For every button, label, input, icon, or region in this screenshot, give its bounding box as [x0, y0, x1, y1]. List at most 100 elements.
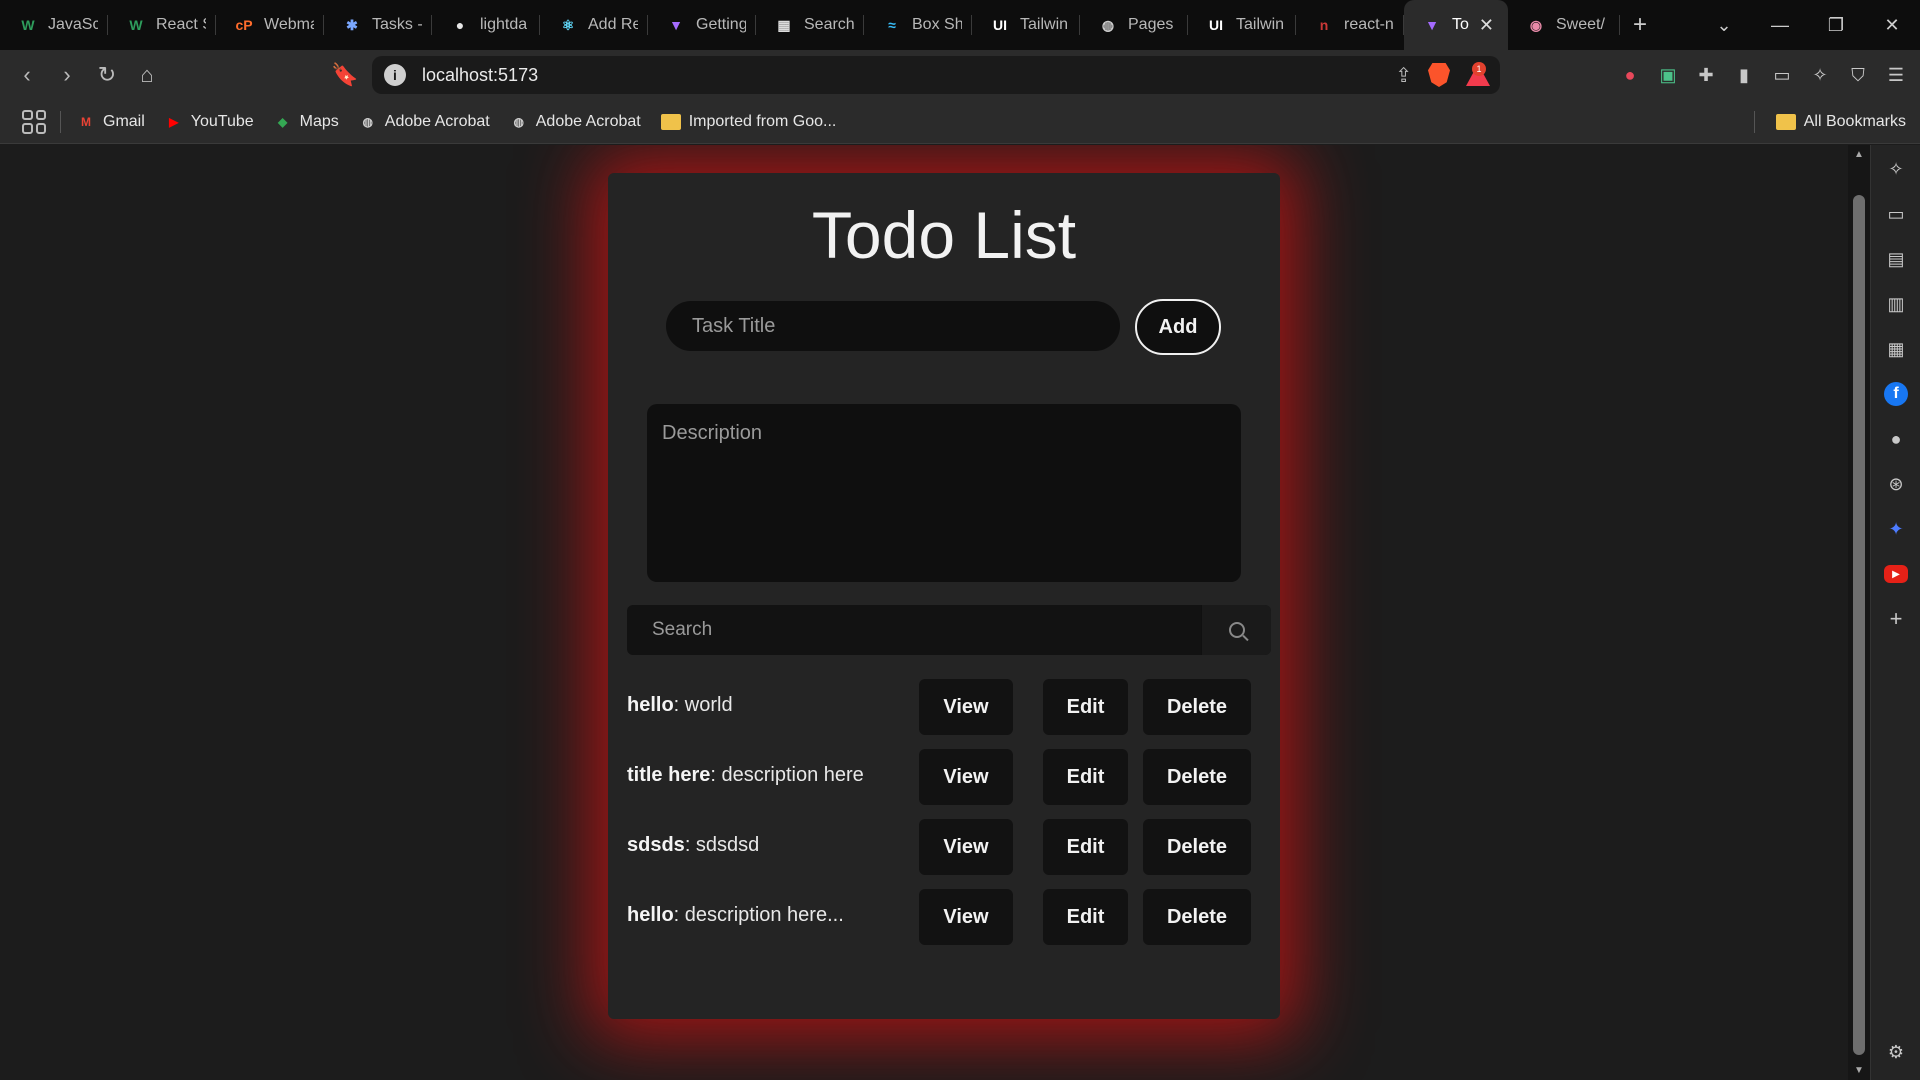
new-tab-button[interactable]: + — [1620, 0, 1660, 50]
tab-favicon-icon: UI — [993, 17, 1007, 33]
tab[interactable]: ● lightda — [432, 0, 540, 50]
search-button[interactable] — [1201, 605, 1271, 655]
tab[interactable]: UI Tailwin — [1188, 0, 1296, 50]
edit-button[interactable]: Edit — [1043, 889, 1128, 945]
add-sidebar-item-icon[interactable]: + — [1884, 606, 1908, 631]
bookmark-item[interactable]: Imported from Goo... — [660, 112, 837, 131]
tab[interactable]: ✱ Tasks - — [324, 0, 432, 50]
url-text[interactable]: localhost:5173 — [422, 65, 538, 86]
bookmark-item[interactable]: M Gmail — [77, 113, 145, 131]
edit-button[interactable]: Edit — [1043, 679, 1128, 735]
extension-icon[interactable]: ● — [1618, 63, 1642, 87]
bookmark-list: M Gmail ▶ YouTube ◆ Maps ◍ Adobe Acrobat ◍ Adobe … — [77, 113, 856, 131]
tab[interactable]: n react-n — [1296, 0, 1404, 50]
tab-label: Search — [804, 16, 854, 33]
scroll-down-arrow-icon[interactable]: ▼ — [1848, 1065, 1870, 1076]
vpn-shield-icon[interactable]: ⛉ — [1846, 63, 1870, 87]
scroll-thumb[interactable] — [1853, 195, 1865, 1055]
close-window-button[interactable]: ✕ — [1864, 15, 1920, 36]
bookmark-label: Imported from Goo... — [688, 112, 837, 130]
bookmark-page-icon[interactable]: 🔖 — [326, 56, 364, 94]
bookmark-item[interactable]: ◆ Maps — [274, 113, 339, 131]
tab-strip: W JavaScr W React S cP Webma ✱ Tasks - ● lightda ⚛… — [0, 0, 1920, 50]
todo-description: : description here — [710, 764, 864, 786]
tab[interactable]: ◉ Sweet/ — [1508, 0, 1620, 50]
leo-ai-icon[interactable]: ✧ — [1884, 157, 1908, 181]
tab-label: Sweet/ — [1556, 16, 1605, 33]
view-button[interactable]: View — [919, 749, 1013, 805]
facebook-icon[interactable]: f — [1884, 382, 1908, 406]
gemini-icon[interactable]: ✦ — [1884, 517, 1908, 541]
leo-ai-icon[interactable]: ✧ — [1808, 63, 1832, 87]
tab[interactable]: ▼ Getting — [648, 0, 756, 50]
tab-search-chevron-icon[interactable]: ⌄ — [1696, 15, 1752, 36]
github-icon[interactable]: ● — [1884, 427, 1908, 451]
tab[interactable]: ≈ Box Sh — [864, 0, 972, 50]
edit-button[interactable]: Edit — [1043, 749, 1128, 805]
delete-button[interactable]: Delete — [1143, 819, 1251, 875]
scroll-up-arrow-icon[interactable]: ▲ — [1848, 149, 1870, 160]
back-button[interactable]: ‹ — [8, 56, 46, 94]
bookmark-item[interactable]: ▶ YouTube — [165, 113, 254, 131]
todo-description: : description here... — [673, 904, 844, 926]
bookmark-item[interactable]: ◍ Adobe Acrobat — [510, 113, 641, 131]
add-button[interactable]: Add — [1135, 299, 1221, 355]
search-input[interactable] — [627, 605, 1201, 655]
page-scrollbar[interactable]: ▲ ▼ — [1848, 145, 1870, 1080]
tab[interactable]: cP Webma — [216, 0, 324, 50]
view-button[interactable]: View — [919, 889, 1013, 945]
tab-label: lightda — [480, 16, 528, 33]
tab-favicon-icon: cP — [235, 17, 253, 33]
tab-active[interactable]: ▼ To ✕ — [1404, 0, 1508, 50]
apps-grid-icon[interactable] — [22, 109, 46, 134]
tab-label: Tailwin — [1236, 16, 1285, 33]
delete-button[interactable]: Delete — [1143, 889, 1251, 945]
tab-favicon-icon: ≈ — [888, 17, 896, 33]
close-tab-icon[interactable]: ✕ — [1479, 15, 1494, 36]
address-bar[interactable]: i localhost:5173 ⇪ 1 — [372, 56, 1500, 94]
tab[interactable]: UI Tailwin — [972, 0, 1080, 50]
youtube-icon[interactable]: ▶ — [1884, 565, 1908, 583]
tab-label: JavaScr — [48, 16, 98, 33]
wallet-icon[interactable]: ▤ — [1884, 247, 1908, 271]
site-info-icon[interactable]: i — [384, 64, 406, 86]
todo-text: sdsds: sdsdsd — [627, 834, 759, 857]
all-bookmarks-button[interactable]: All Bookmarks — [1753, 110, 1906, 133]
brave-shields-icon[interactable] — [1428, 63, 1450, 87]
bookmark-label: Adobe Acrobat — [384, 112, 490, 130]
share-icon[interactable]: ⇪ — [1395, 63, 1412, 88]
reading-list-icon[interactable]: ▦ — [1884, 337, 1908, 361]
view-button[interactable]: View — [919, 819, 1013, 875]
talk-icon[interactable]: ▭ — [1884, 202, 1908, 226]
delete-button[interactable]: Delete — [1143, 749, 1251, 805]
sidebar-toggle-icon[interactable]: ▮ — [1732, 63, 1756, 87]
extensions-puzzle-icon[interactable]: ✚ — [1694, 63, 1718, 87]
description-input[interactable] — [647, 404, 1241, 582]
restore-button[interactable]: ❐ — [1808, 15, 1864, 36]
wallet-icon[interactable]: ▭ — [1770, 63, 1794, 87]
tab[interactable]: ⚛ Add Re — [540, 0, 648, 50]
settings-gear-icon[interactable]: ⚙ — [1884, 1040, 1908, 1064]
tab[interactable]: ◍ Pages - — [1080, 0, 1188, 50]
tab-favicon-icon: ◍ — [1101, 16, 1115, 33]
bookmarks-icon[interactable]: ▥ — [1884, 292, 1908, 316]
forward-button[interactable]: › — [48, 56, 86, 94]
tab[interactable]: W JavaScr — [0, 0, 108, 50]
menu-icon[interactable]: ☰ — [1884, 63, 1908, 87]
bookmark-item[interactable]: ◍ Adobe Acrobat — [359, 113, 490, 131]
home-button[interactable]: ⌂ — [128, 56, 166, 94]
tab-label: react-n — [1344, 16, 1394, 33]
tab-favicon-icon: ⚛ — [561, 16, 575, 33]
tab[interactable]: ▦ Search — [756, 0, 864, 50]
tab[interactable]: W React S — [108, 0, 216, 50]
edit-button[interactable]: Edit — [1043, 819, 1128, 875]
reload-button[interactable]: ↻ — [88, 56, 126, 94]
excel-extension-icon[interactable]: ▣ — [1656, 63, 1680, 87]
chatgpt-icon[interactable]: ⊛ — [1884, 472, 1908, 496]
delete-button[interactable]: Delete — [1143, 679, 1251, 735]
tab-favicon-icon: W — [129, 17, 143, 33]
minimize-button[interactable]: — — [1752, 15, 1808, 36]
search-bar — [627, 605, 1271, 655]
task-title-input[interactable] — [666, 301, 1120, 351]
view-button[interactable]: View — [919, 679, 1013, 735]
